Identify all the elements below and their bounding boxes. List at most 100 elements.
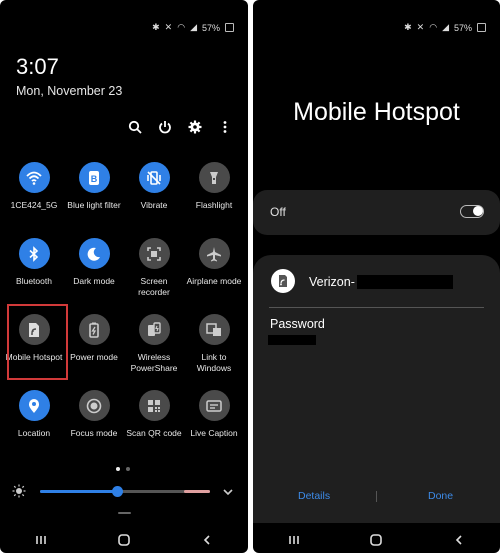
- mute-status-icon: ✕: [416, 22, 425, 32]
- page-dot-active: [116, 467, 120, 471]
- recent-apps-icon[interactable]: [284, 530, 304, 550]
- tile-airplane-mode[interactable]: Airplane mode: [184, 238, 244, 314]
- wifi-status-icon: ◠: [177, 22, 186, 32]
- battery-text: 57%: [453, 22, 472, 33]
- brightness-track-end: [184, 490, 210, 493]
- battery-text: 57%: [201, 22, 220, 33]
- brightness-knob[interactable]: [111, 486, 123, 497]
- tile-label: 1CE424_5G: [10, 200, 58, 210]
- tile-wireless-powershare[interactable]: Wireless PowerShare: [124, 314, 184, 390]
- tile-label: Scan QR code: [126, 428, 182, 438]
- tile-flashlight[interactable]: Flashlight: [184, 162, 244, 238]
- signal-icon: ◢: [190, 22, 197, 32]
- mute-status-icon: ✕: [164, 22, 173, 32]
- page-title: Mobile Hotspot: [293, 98, 460, 126]
- done-button[interactable]: Done: [428, 490, 453, 502]
- tile-blue-light-filter[interactable]: B Blue light filter: [64, 162, 124, 238]
- tile-scan-qr-code[interactable]: Scan QR code: [124, 390, 184, 466]
- tile-label: Focus mode: [70, 428, 118, 438]
- tile-label: Live Caption: [190, 428, 238, 438]
- airplane-icon: [198, 238, 230, 269]
- recent-apps-icon[interactable]: [31, 530, 51, 550]
- panel-handle[interactable]: [118, 512, 131, 514]
- signal-icon: ◢: [442, 22, 449, 32]
- hotspot-toggle-label: Off: [270, 205, 286, 219]
- page-indicator: [116, 467, 130, 471]
- clock: 3:07: [16, 54, 59, 79]
- quick-panel-actions: [128, 120, 232, 134]
- page-dot: [126, 467, 130, 471]
- tile-link-to-windows[interactable]: Link to Windows: [184, 314, 244, 390]
- divider: [269, 307, 484, 308]
- tile-label: Location: [17, 428, 51, 438]
- power-icon[interactable]: [158, 120, 172, 134]
- hotspot-icon: [271, 269, 295, 293]
- tile-live-caption[interactable]: Live Caption: [184, 390, 244, 466]
- battery-icon: [225, 23, 234, 32]
- hotspot-highlight-box: [7, 304, 68, 380]
- qr-icon: [138, 390, 170, 421]
- home-icon[interactable]: [114, 530, 134, 550]
- tile-label: Dark mode: [73, 276, 115, 286]
- network-name[interactable]: Verizon-: [309, 275, 355, 289]
- quick-settings-panel: ✱ ✕ ◠ ◢ 57% 3:07 Mon, November 23 1CE424: [0, 0, 248, 553]
- back-icon[interactable]: [197, 530, 217, 550]
- tile-label: Flashlight: [195, 200, 233, 210]
- tile-dark-mode[interactable]: Dark mode: [64, 238, 124, 314]
- tile-label: Wireless PowerShare: [130, 352, 178, 373]
- navigation-bar: [253, 526, 500, 553]
- tile-power-mode[interactable]: Power mode: [64, 314, 124, 390]
- vibrate-icon: [138, 162, 170, 193]
- tile-focus-mode[interactable]: Focus mode: [64, 390, 124, 466]
- tile-vibrate[interactable]: Vibrate: [124, 162, 184, 238]
- search-icon[interactable]: [128, 120, 142, 134]
- hotspot-switch[interactable]: [460, 205, 484, 218]
- wifi-icon: [18, 162, 50, 193]
- caption-icon: [198, 390, 230, 421]
- bluetooth-icon: [18, 238, 50, 269]
- bluetooth-status-icon: ✱: [152, 22, 160, 32]
- home-icon[interactable]: [366, 530, 386, 550]
- flashlight-icon: [198, 162, 230, 193]
- svg-text:B: B: [91, 174, 98, 184]
- chevron-down-icon[interactable]: [222, 485, 234, 503]
- more-options-icon[interactable]: [218, 120, 232, 134]
- tile-label: Link to Windows: [196, 352, 232, 373]
- brightness-icon: [12, 484, 26, 503]
- status-bar: ✱ ✕ ◠ ◢ 57%: [152, 22, 234, 33]
- link-windows-icon: [198, 314, 230, 345]
- blue-light-icon: B: [78, 162, 110, 193]
- focus-icon: [78, 390, 110, 421]
- password-label: Password: [270, 317, 325, 331]
- tile-bluetooth[interactable]: Bluetooth: [4, 238, 64, 314]
- brightness-control: [12, 484, 238, 500]
- powershare-icon: [138, 314, 170, 345]
- brightness-fill: [40, 490, 117, 493]
- back-icon[interactable]: [449, 530, 469, 550]
- details-button[interactable]: Details: [298, 490, 330, 502]
- tile-label: Power mode: [70, 352, 118, 362]
- tile-location[interactable]: Location: [4, 390, 64, 466]
- tile-wifi[interactable]: 1CE424_5G: [4, 162, 64, 238]
- screen-recorder-icon: [138, 238, 170, 269]
- network-card: Verizon- Password Details Done: [253, 255, 500, 523]
- brightness-slider[interactable]: [40, 486, 210, 497]
- redacted-password: [268, 335, 316, 345]
- settings-icon[interactable]: [188, 120, 202, 134]
- tile-label: Bluetooth: [16, 276, 52, 286]
- tile-label: Screen recorder: [138, 276, 170, 297]
- tile-label: Airplane mode: [186, 276, 242, 286]
- battery-icon: [477, 23, 486, 32]
- button-divider: [376, 491, 377, 502]
- redacted-network-name: [357, 275, 453, 289]
- tile-screen-recorder[interactable]: Screen recorder: [124, 238, 184, 314]
- wifi-status-icon: ◠: [429, 22, 438, 32]
- bluetooth-status-icon: ✱: [404, 22, 412, 32]
- moon-icon: [78, 238, 110, 269]
- tile-label: Vibrate: [140, 200, 168, 210]
- status-bar: ✱ ✕ ◠ ◢ 57%: [404, 22, 486, 33]
- hotspot-toggle-row[interactable]: Off: [253, 190, 500, 235]
- mobile-hotspot-screen: ✱ ✕ ◠ ◢ 57% Mobile Hotspot Off Verizon- …: [253, 0, 500, 553]
- switch-thumb: [473, 206, 483, 216]
- navigation-bar: [0, 526, 248, 553]
